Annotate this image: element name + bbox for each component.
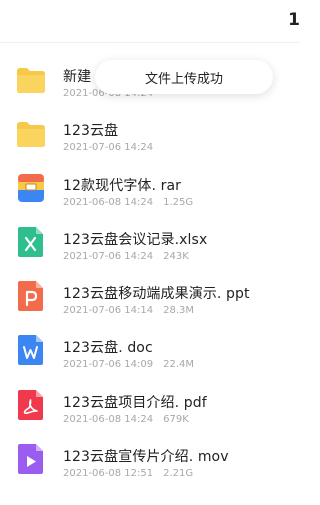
file-name: 123云盘项目介绍. pdf	[63, 394, 207, 411]
list-item[interactable]: 12款现代字体. rar 2021-06-08 14:24 1.25G	[0, 165, 300, 219]
file-date: 2021-06-08 14:24	[63, 196, 154, 208]
file-name: 123云盘宣传片介绍. mov	[63, 449, 229, 466]
file-size: 243K	[163, 250, 189, 262]
list-item[interactable]: 123云盘项目介绍. pdf 2021-06-08 14:24 679K	[0, 382, 300, 436]
video-icon	[16, 442, 46, 476]
file-size: 2.21G	[163, 468, 194, 480]
file-date: 2021-07-06 14:09	[63, 359, 154, 371]
file-date: 2021-07-06 14:24	[63, 142, 154, 154]
file-size: 1.25G	[163, 196, 194, 208]
list-item[interactable]: 123云盘. doc 2021-07-06 14:09 22.4M	[0, 327, 300, 381]
folder-icon	[16, 62, 46, 96]
file-meta: 2021-07-06 14:24	[63, 142, 163, 153]
file-date: 2021-07-06 14:14	[63, 305, 154, 317]
file-name: 123云盘移动端成果演示. ppt	[63, 286, 250, 303]
file-meta: 2021-07-06 14:14 28.3M	[63, 305, 194, 316]
list-item[interactable]: 123云盘会议记录.xlsx 2021-07-06 14:24 243K	[0, 219, 300, 273]
folder-icon	[16, 116, 46, 150]
file-date: 2021-06-08 12:51	[63, 468, 154, 480]
file-meta: 2021-06-08 12:51 2.21G	[63, 468, 193, 479]
file-meta: 2021-06-08 14:24 1.25G	[63, 197, 193, 208]
file-name: 123云盘. doc	[63, 340, 153, 357]
file-name: 123云盘会议记录.xlsx	[63, 231, 208, 248]
ppt-icon	[16, 279, 46, 313]
file-name: 新建	[63, 69, 92, 85]
file-meta: 2021-07-06 14:09 22.4M	[63, 359, 194, 370]
file-date: 2021-07-06 14:24	[63, 250, 154, 262]
excel-icon	[16, 225, 46, 259]
toast-message: 文件上传成功	[144, 71, 223, 87]
file-size: 28.3M	[163, 305, 195, 317]
pdf-icon	[16, 388, 46, 422]
file-meta: 2021-07-06 14:24 243K	[63, 251, 189, 262]
word-icon	[16, 333, 46, 367]
header-title: 1	[288, 10, 300, 30]
top-bar: 1	[0, 0, 300, 43]
archive-icon	[16, 171, 46, 205]
file-name: 12款现代字体. rar	[63, 177, 182, 194]
file-list: 新建 2021-06-08 14:24 123云盘 2021-07-06 14:…	[0, 56, 300, 490]
file-meta: 2021-06-08 14:24 679K	[63, 414, 189, 425]
file-size: 679K	[163, 413, 189, 425]
list-item[interactable]: 123云盘移动端成果演示. ppt 2021-07-06 14:14 28.3M	[0, 273, 300, 327]
file-size: 22.4M	[163, 359, 195, 371]
list-item[interactable]: 123云盘 2021-07-06 14:24	[0, 110, 300, 164]
file-name: 123云盘	[63, 123, 119, 140]
upload-success-toast: 文件上传成功	[95, 60, 273, 94]
list-item[interactable]: 123云盘宣传片介绍. mov 2021-06-08 12:51 2.21G	[0, 436, 300, 490]
file-date: 2021-06-08 14:24	[63, 413, 154, 425]
